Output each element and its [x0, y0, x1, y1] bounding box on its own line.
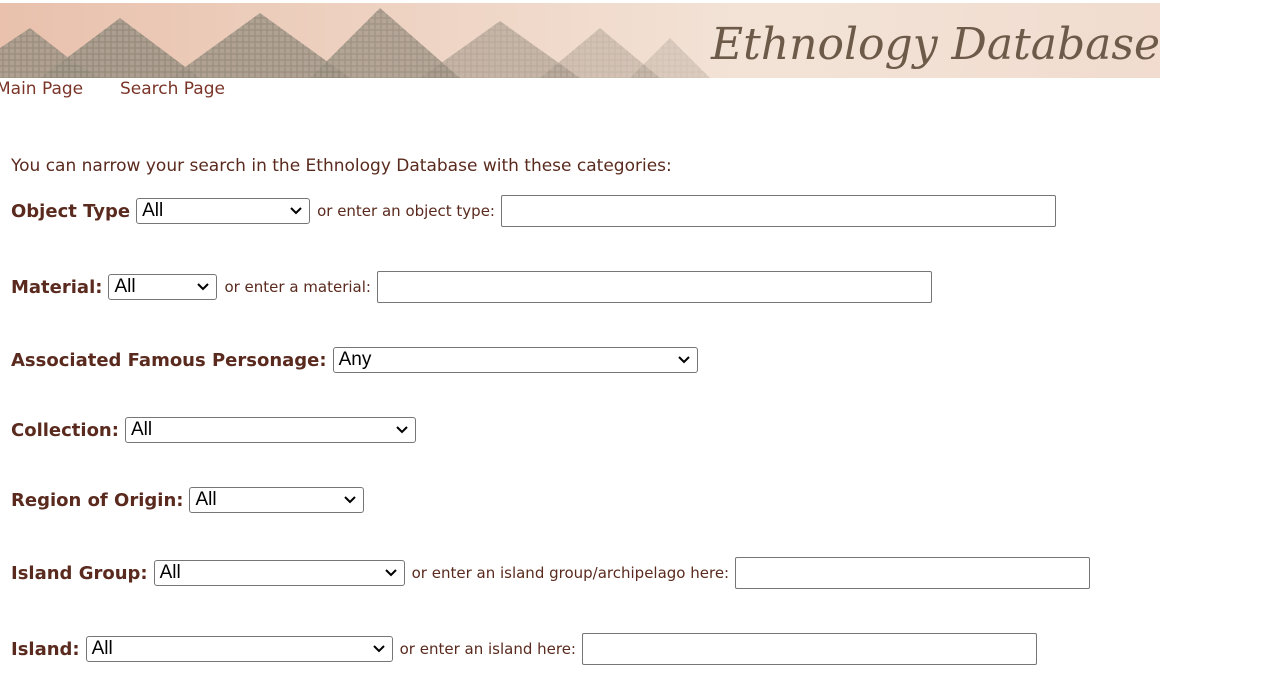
banner-title: Ethnology Database — [711, 19, 1160, 70]
chevron-down-icon — [197, 283, 210, 291]
intro-text: You can narrow your search in the Ethnol… — [11, 156, 672, 176]
object-type-row: Object Type All or enter an object type: — [11, 195, 1056, 227]
island-row: Island: All or enter an island here: — [11, 633, 1037, 665]
chevron-down-icon — [384, 569, 397, 577]
personage-row: Associated Famous Personage: Any — [11, 344, 698, 376]
region-select[interactable]: All — [189, 487, 365, 513]
personage-select[interactable]: Any — [332, 347, 698, 373]
search-page-link[interactable]: Search Page — [120, 79, 225, 99]
island-input[interactable] — [581, 633, 1037, 665]
personage-selected: Any — [338, 349, 372, 370]
island-group-input[interactable] — [735, 557, 1091, 589]
material-select[interactable]: All — [108, 274, 218, 300]
region-selected: All — [195, 489, 217, 510]
personage-label: Associated Famous Personage: — [11, 349, 327, 371]
object-type-or-text: or enter an object type: — [317, 202, 495, 220]
material-or-text: or enter a material: — [224, 278, 371, 296]
site-banner: Ethnology Database — [0, 3, 1160, 78]
material-label: Material: — [11, 276, 103, 298]
chevron-down-icon — [372, 645, 385, 653]
region-row: Region of Origin: All — [11, 484, 365, 516]
region-label: Region of Origin: — [11, 489, 184, 511]
collection-row: Collection: All — [11, 414, 416, 446]
chevron-down-icon — [396, 426, 408, 434]
main-page-link[interactable]: Main Page — [0, 79, 83, 99]
material-input[interactable] — [376, 271, 932, 303]
island-group-selected: All — [159, 562, 181, 583]
island-group-row: Island Group: All or enter an island gro… — [11, 557, 1091, 589]
object-type-input[interactable] — [501, 195, 1056, 227]
island-group-label: Island Group: — [11, 562, 148, 584]
chevron-down-icon — [290, 207, 302, 215]
chevron-down-icon — [344, 496, 357, 504]
chevron-down-icon — [677, 356, 690, 364]
island-select[interactable]: All — [85, 636, 393, 662]
island-or-text: or enter an island here: — [399, 640, 576, 658]
island-label: Island: — [11, 638, 80, 660]
collection-select[interactable]: All — [124, 417, 416, 443]
collection-label: Collection: — [11, 419, 119, 441]
material-row: Material: All or enter a material: — [11, 271, 932, 303]
island-selected: All — [91, 638, 113, 659]
island-group-select[interactable]: All — [153, 560, 405, 586]
object-type-selected: All — [142, 200, 164, 221]
island-group-or-text: or enter an island group/archipelago her… — [411, 564, 730, 582]
object-type-label: Object Type — [11, 200, 131, 222]
collection-selected: All — [130, 419, 153, 440]
material-selected: All — [114, 276, 136, 297]
object-type-select[interactable]: All — [136, 198, 311, 224]
